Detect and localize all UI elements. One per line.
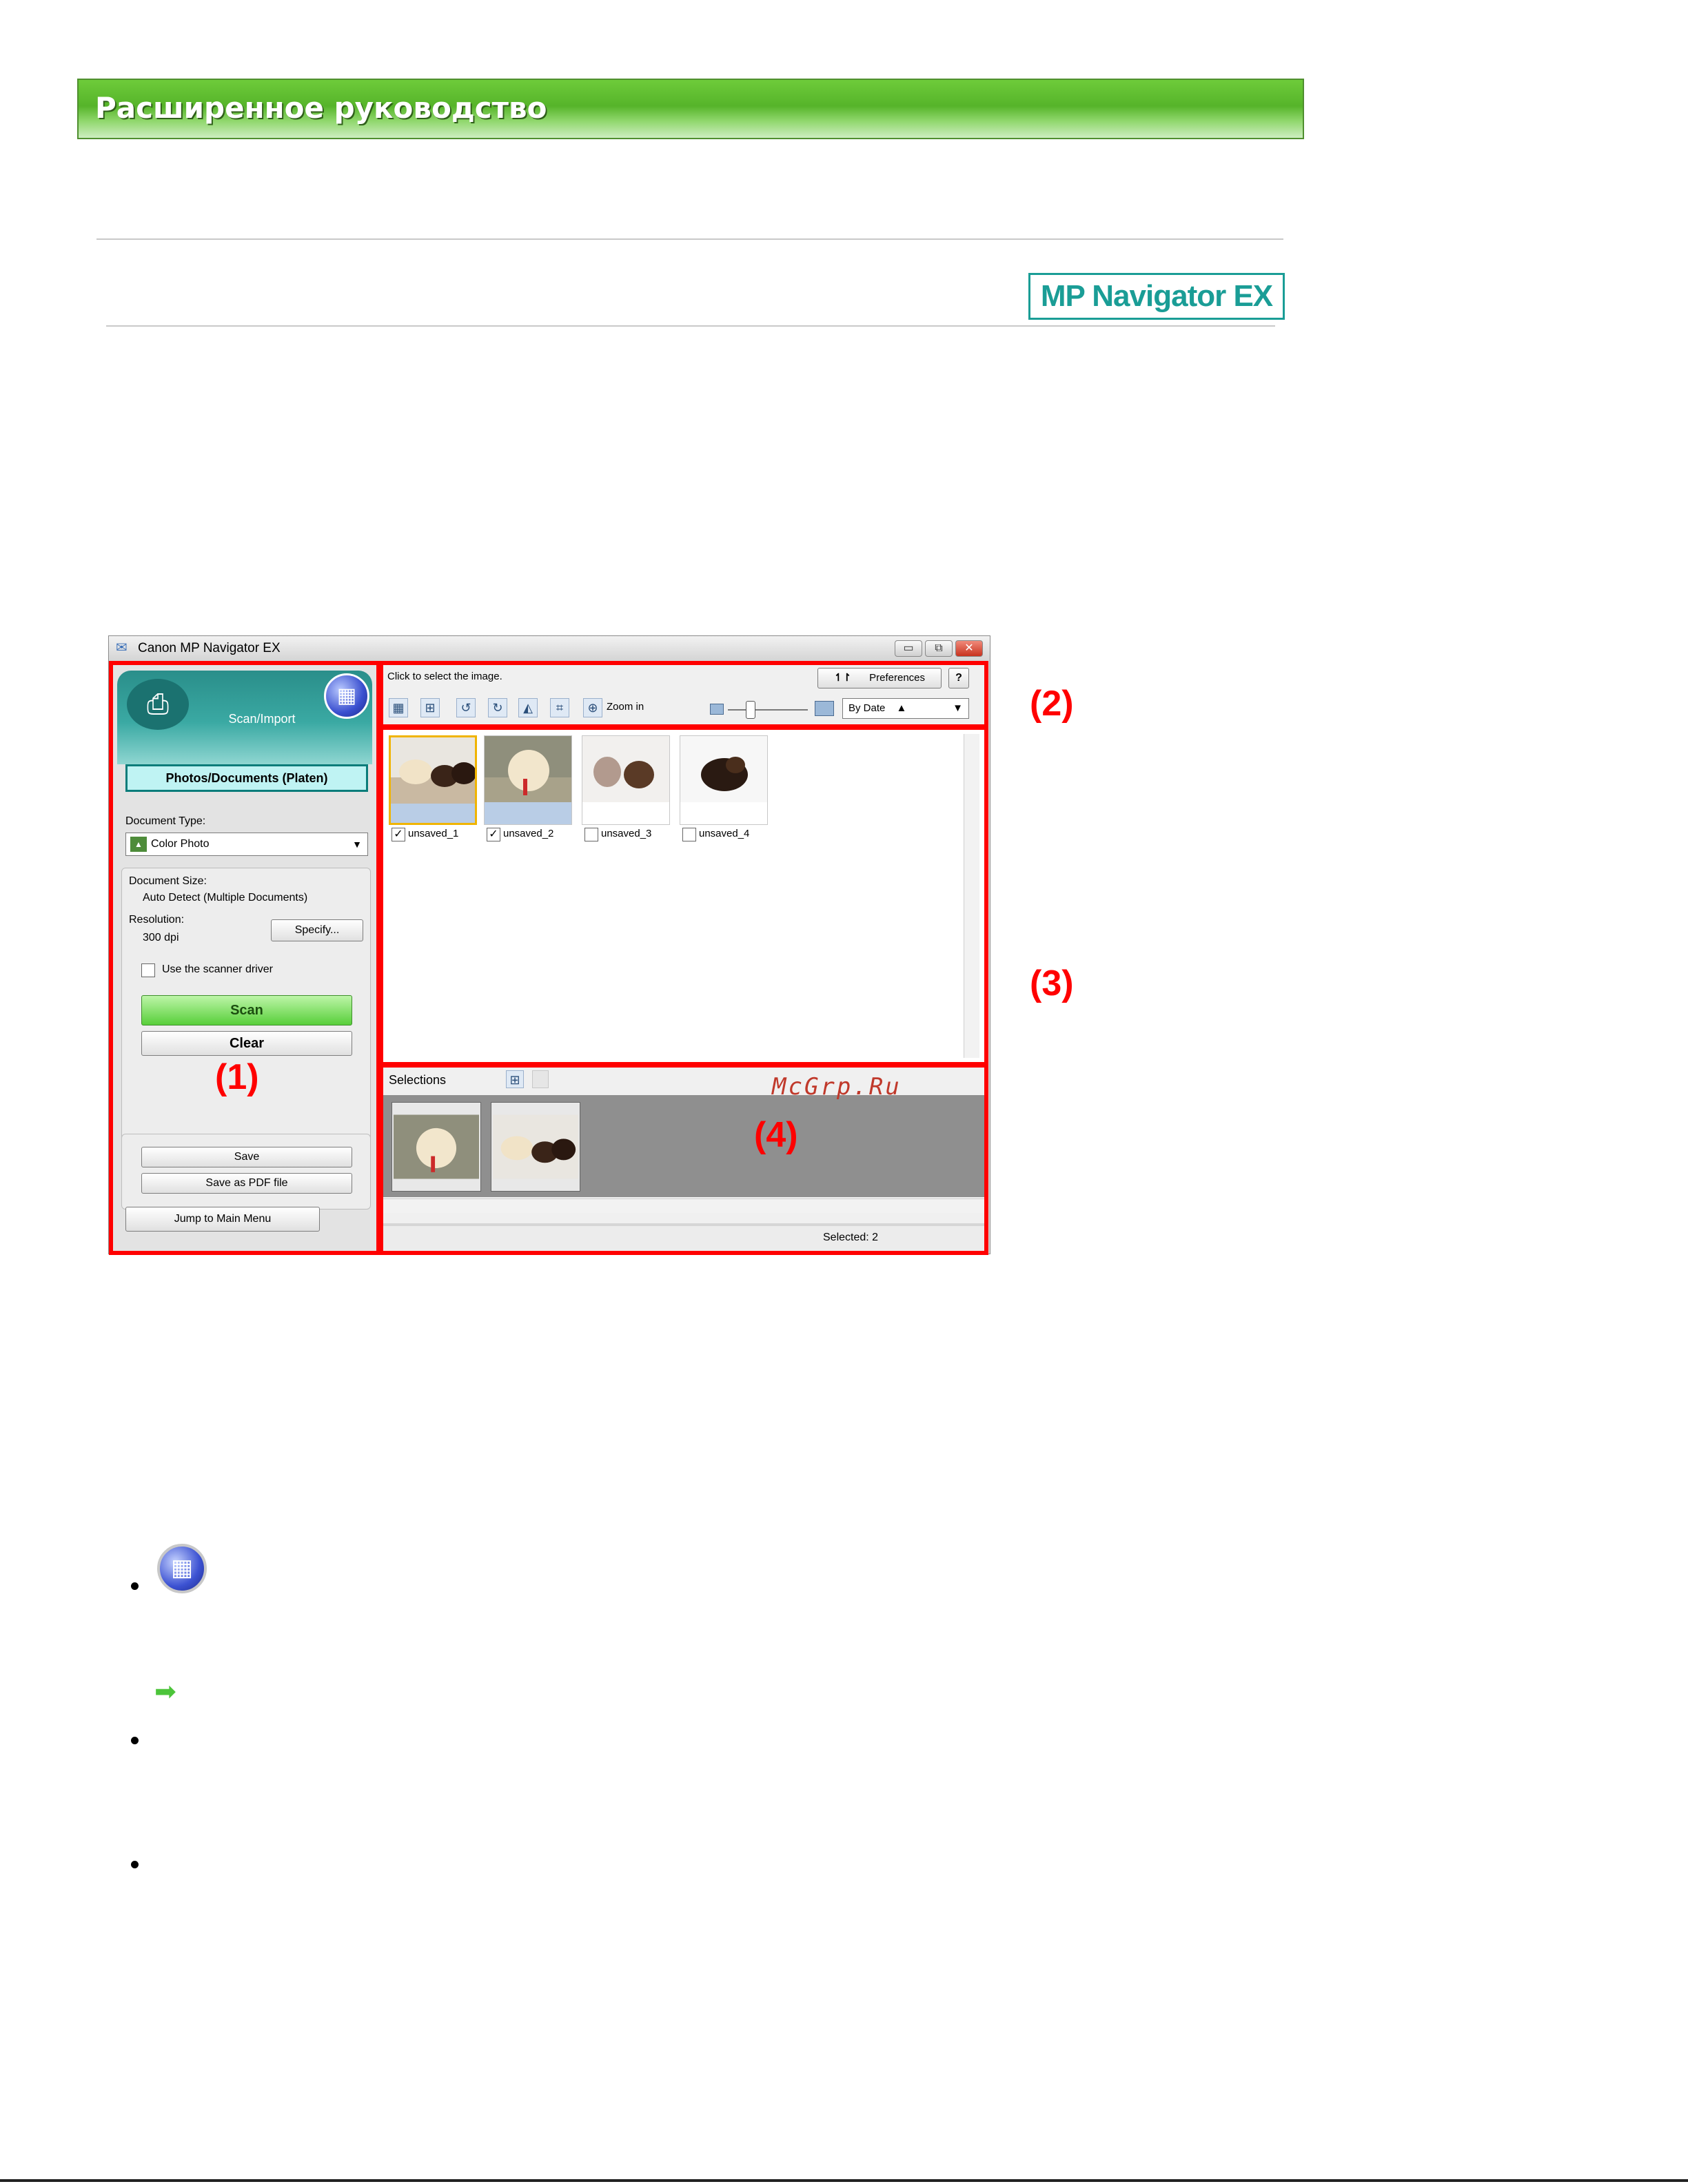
divider	[96, 238, 1283, 240]
minimize-button[interactable]: ▭	[895, 640, 922, 657]
app-icon: ✉	[116, 640, 128, 655]
main-menu-icon: ▦	[157, 1544, 207, 1593]
close-button[interactable]: ✕	[955, 640, 983, 657]
watermark: McGrp.Ru	[772, 1073, 902, 1101]
title-bar: ✉ Canon MP Navigator EX ▭ ⧉ ✕	[109, 636, 990, 661]
bullet	[131, 1582, 139, 1590]
callout-frame-2	[379, 661, 988, 728]
page-title: Расширенное руководство	[95, 91, 547, 125]
divider	[106, 325, 1275, 327]
product-logo: MP Navigator EX	[1028, 273, 1285, 320]
callout-2: (2)	[1030, 684, 1074, 724]
app-window: ✉ Canon MP Navigator EX ▭ ⧉ ✕ ⎙ Scan/Imp…	[108, 635, 1074, 1255]
restore-button[interactable]: ⧉	[925, 640, 953, 657]
callout-3: (3)	[1030, 963, 1074, 1003]
header-banner: Расширенное руководство	[77, 79, 1304, 139]
bullet	[131, 1737, 139, 1744]
bullet	[131, 1861, 139, 1868]
callout-frame-3	[379, 726, 988, 1066]
footer-divider	[0, 2179, 1688, 2182]
callout-frame-1	[109, 661, 380, 1255]
window-title: Canon MP Navigator EX	[138, 641, 281, 655]
arrow-right-icon[interactable]: ➡	[154, 1676, 176, 1706]
